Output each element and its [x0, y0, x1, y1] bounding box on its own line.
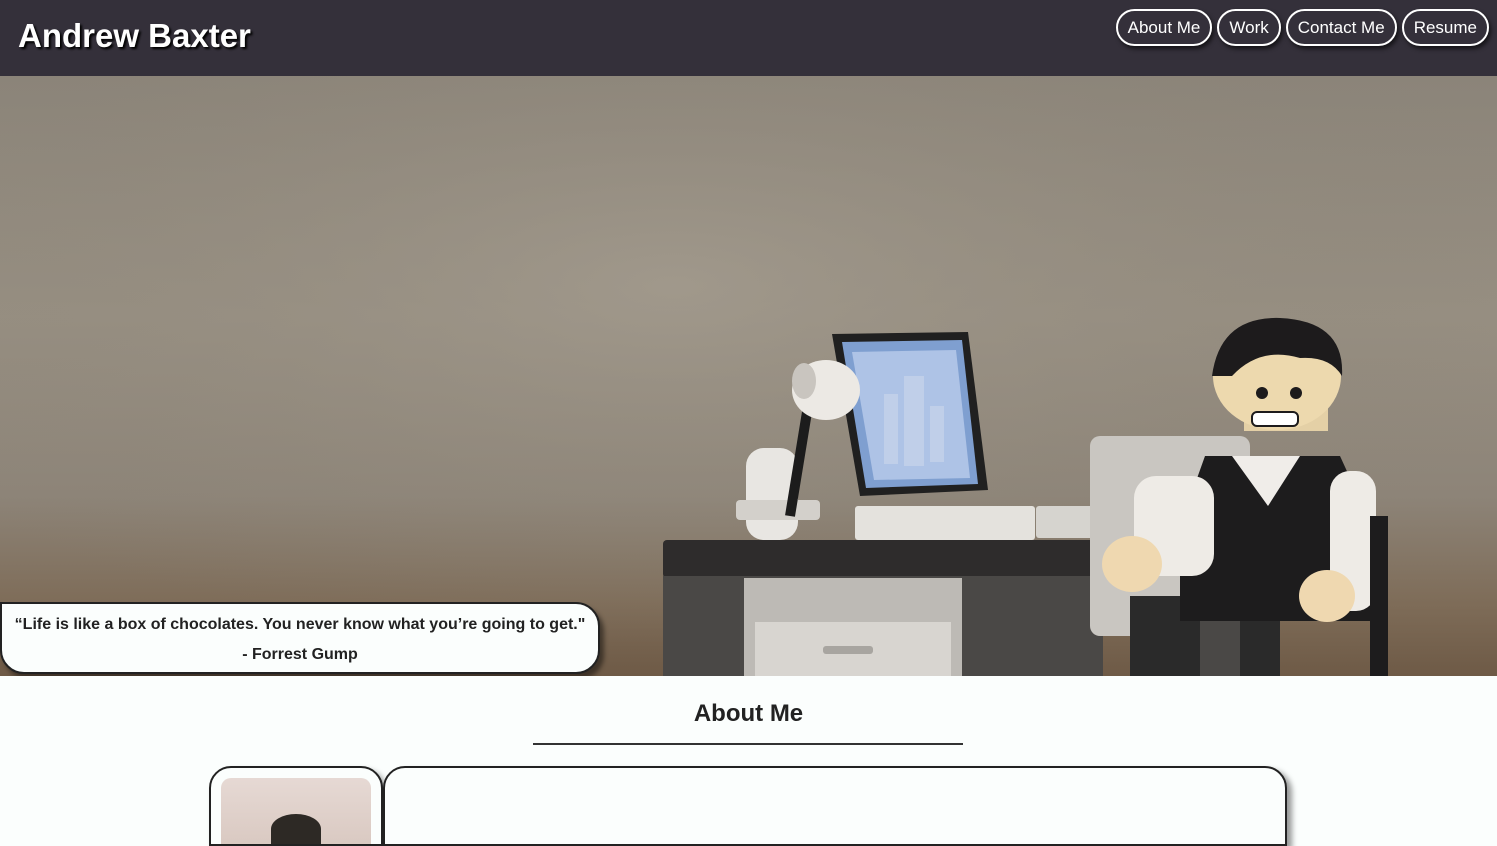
hero-banner: “Life is like a box of chocolates. You n… [0, 76, 1497, 676]
quote-author: - Forrest Gump [242, 646, 358, 663]
site-header: Andrew Baxter About Me Work Contact Me R… [0, 0, 1497, 76]
nav-about-me-button[interactable]: About Me [1115, 9, 1213, 46]
about-divider [533, 743, 963, 745]
site-title: Andrew Baxter [18, 17, 251, 54]
avatar-hair [271, 814, 321, 844]
hero-image [0, 76, 1497, 676]
nav-resume-button[interactable]: Resume [1401, 9, 1489, 46]
about-text-card [383, 766, 1287, 846]
nav-work-button[interactable]: Work [1217, 9, 1281, 46]
main-nav: About Me Work Contact Me Resume [1115, 9, 1489, 46]
quote-card: “Life is like a box of chocolates. You n… [0, 602, 600, 674]
quote-text: “Life is like a box of chocolates. You n… [14, 616, 586, 633]
nav-contact-me-button[interactable]: Contact Me [1285, 9, 1397, 46]
avatar [221, 778, 371, 844]
profile-photo-card [209, 766, 383, 846]
about-heading: About Me [693, 700, 804, 727]
